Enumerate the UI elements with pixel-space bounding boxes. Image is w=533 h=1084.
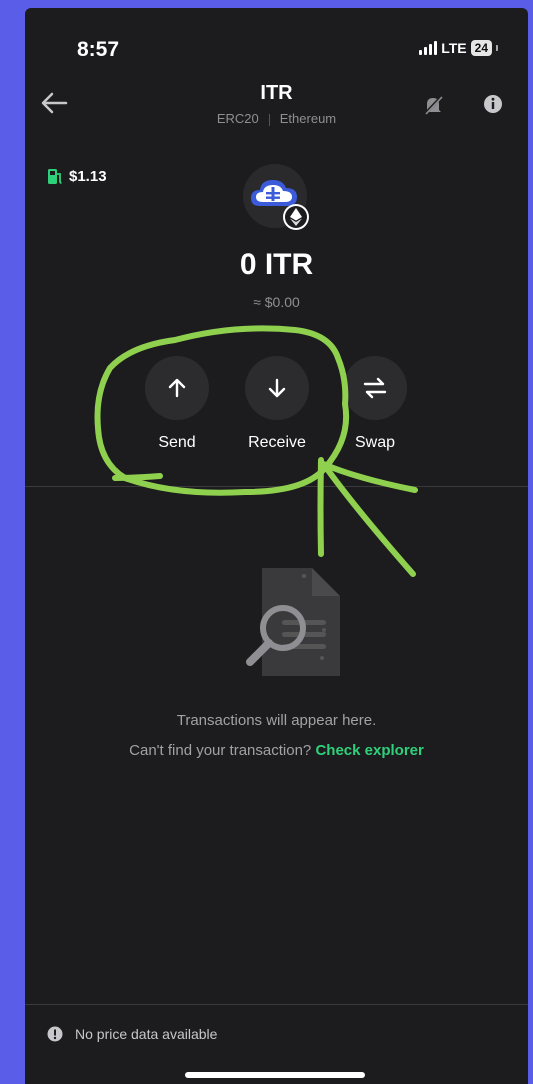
empty-state-help: Can't find your transaction? Check explo… <box>25 742 528 759</box>
empty-state-question: Can't find your transaction? <box>129 742 312 759</box>
empty-state-message: Transactions will appear here. <box>176 712 377 729</box>
arrow-up-icon <box>168 378 186 398</box>
footer-divider <box>25 1004 528 1005</box>
notification-off-icon[interactable] <box>422 94 444 116</box>
token-standard: ERC20 <box>216 111 259 126</box>
alert-icon <box>47 1026 63 1042</box>
section-divider <box>25 486 528 487</box>
gas-pump-icon <box>48 169 62 184</box>
network-type: LTE <box>441 40 467 56</box>
arrow-down-icon <box>268 378 286 398</box>
gas-fee: $1.13 <box>47 167 107 185</box>
status-indicators: LTE 24 <box>419 40 498 56</box>
price-notice: No price data available <box>47 1026 217 1042</box>
token-balance: 0 ITR <box>239 248 314 281</box>
signal-icon <box>419 41 438 55</box>
receive-label: Receive <box>248 434 306 451</box>
send-label: Send <box>158 434 196 451</box>
token-detail-screen: 8:57 LTE 24 ITR ERC20 Ethereum $1.13 0 I… <box>25 8 528 1084</box>
fiat-balance: ≈ $0.00 <box>253 294 300 310</box>
price-notice-text: No price data available <box>75 1026 218 1042</box>
battery-level: 24 <box>470 40 492 56</box>
battery-icon <box>496 45 498 51</box>
gas-fee-value: $1.13 <box>69 167 107 185</box>
swap-label: Swap <box>354 434 396 451</box>
token-logo-icon <box>243 164 309 230</box>
receive-button[interactable]: Receive <box>237 356 317 452</box>
swap-button[interactable]: Swap <box>335 356 415 452</box>
send-circle[interactable] <box>145 356 209 420</box>
document-search-icon <box>246 568 340 676</box>
subtitle-divider <box>268 113 270 126</box>
swap-circle[interactable] <box>343 356 407 420</box>
check-explorer-link[interactable]: Check explorer <box>315 742 423 759</box>
token-subtitle: ERC20 Ethereum <box>25 111 528 126</box>
status-time: 8:57 <box>77 38 120 61</box>
token-network: Ethereum <box>279 111 337 126</box>
swap-icon <box>363 377 387 399</box>
page-title: ITR <box>260 82 293 104</box>
receive-circle[interactable] <box>245 356 309 420</box>
home-indicator <box>185 1072 365 1078</box>
info-icon[interactable] <box>483 94 503 114</box>
send-button[interactable]: Send <box>137 356 217 452</box>
